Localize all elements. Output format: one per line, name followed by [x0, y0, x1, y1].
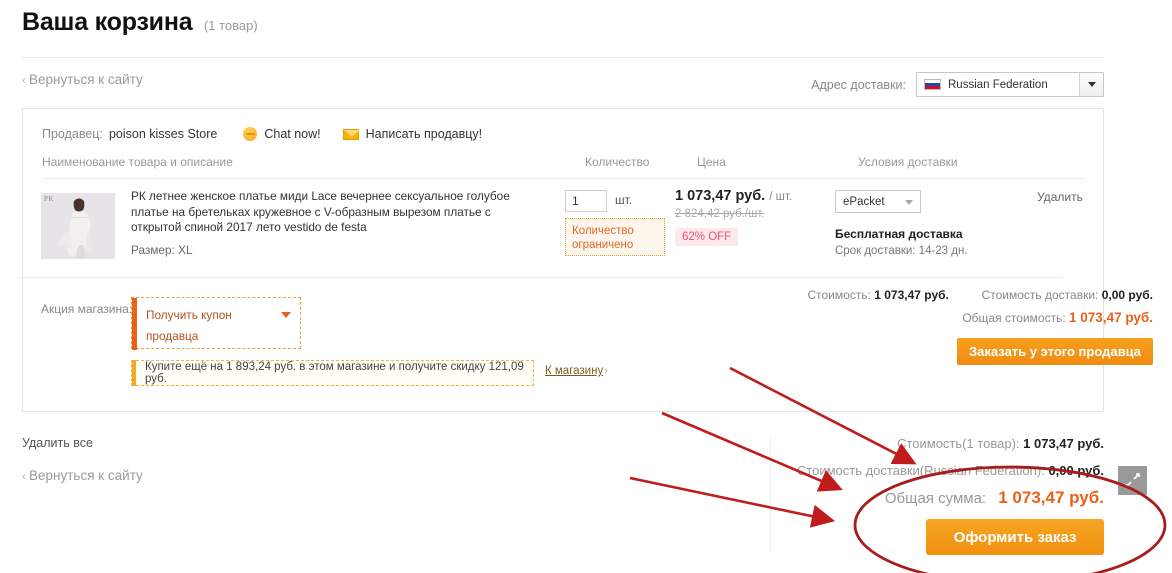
delivery-address-row: Адрес доставки: Russian Federation	[811, 72, 1104, 97]
promotion-accent-bar	[132, 360, 136, 386]
quantity-unit-label: шт.	[615, 193, 633, 207]
product-price: 1 073,47 руб. / шт.	[675, 188, 792, 204]
quantity-limited-warning: Количество ограничено	[565, 218, 665, 256]
order-from-seller-button[interactable]: Заказать у этого продавца	[957, 338, 1153, 365]
cart-item-count: (1 товар)	[203, 18, 258, 33]
summary-shipping-value: 0,00 руб.	[1048, 463, 1104, 478]
chat-bubble-icon	[243, 127, 258, 141]
card-shipping-value: 0,00 руб.	[1101, 288, 1153, 302]
column-header-shipping: Условия доставки	[858, 155, 958, 169]
delivery-address-value: Russian Federation	[948, 78, 1048, 91]
thumbnail-watermark: PK	[44, 195, 54, 203]
russian-flag-icon	[924, 79, 941, 90]
header-divider	[22, 57, 1104, 58]
card-cost-label: Стоимость:	[807, 288, 871, 302]
summary-grand-total-value: 1 073,47 руб.	[998, 488, 1104, 507]
promotion-banner: Купите ещё на 1 893,24 руб. в этом магаз…	[131, 360, 534, 386]
page-header: Ваша корзина (1 товар)	[22, 8, 258, 37]
chevron-right-icon: ›	[604, 365, 608, 377]
card-cost-value: 1 073,47 руб.	[874, 288, 949, 302]
annotation-arrow-3	[629, 476, 836, 528]
chevron-down-icon	[905, 200, 913, 205]
back-to-site-label: Вернуться к сайту	[29, 72, 143, 87]
message-seller-label: Написать продавцу!	[365, 127, 483, 141]
seller-name[interactable]: poison kisses Store	[109, 127, 217, 141]
discount-badge: 62% OFF	[675, 228, 739, 246]
back-to-site-link-top[interactable]: ‹ Вернуться к сайту	[22, 72, 143, 87]
free-shipping-label: Бесплатная доставка	[835, 227, 963, 241]
delete-all-link[interactable]: Удалить все	[22, 436, 93, 450]
column-header-price: Цена	[697, 155, 726, 169]
card-divider-top	[42, 178, 1086, 179]
summary-grand-total-row: Общая сумма: 1 073,47 руб.	[885, 488, 1104, 508]
promotion-text: Купите ещё на 1 893,24 руб. в этом магаз…	[145, 361, 524, 385]
back-to-site-label-bottom: Вернуться к сайту	[29, 468, 143, 483]
chevron-down-icon[interactable]	[1079, 73, 1103, 96]
product-price-value: 1 073,47 руб.	[675, 188, 766, 204]
coupon-label: Получить купон продавца	[146, 308, 232, 343]
summary-cost-row: Стоимость(1 товар): 1 073,47 руб.	[897, 436, 1104, 451]
summary-shipping-label: Стоимость доставки(Russian Federation):	[796, 463, 1045, 478]
store-promotion-label: Акция магазина:	[41, 302, 133, 316]
chevron-left-icon: ‹	[22, 73, 26, 87]
product-size: Размер: XL	[131, 243, 193, 257]
column-headers: Наименование товара и описание Количеств…	[42, 155, 1084, 179]
product-thumbnail[interactable]: PK	[41, 193, 115, 259]
card-total-label: Общая стоимость:	[962, 311, 1066, 325]
chevron-down-icon	[281, 312, 291, 318]
message-seller-button[interactable]: Написать продавцу!	[342, 127, 483, 141]
column-header-name: Наименование товара и описание	[42, 155, 233, 169]
card-divider-bottom	[19, 277, 1063, 278]
seller-row: Продавец: poison kisses Store Chat now! …	[42, 127, 482, 141]
coupon-select[interactable]: Получить купон продавца	[131, 297, 301, 350]
product-price-unit: / шт.	[769, 191, 793, 203]
seller-label: Продавец:	[42, 127, 103, 141]
summary-shipping-row: Стоимость доставки(Russian Federation): …	[797, 463, 1104, 478]
coupon-accent-bar	[132, 298, 137, 350]
remove-item-link[interactable]: Удалить	[1037, 190, 1083, 204]
product-price-original: 2 824,42 руб./шт.	[675, 208, 765, 220]
shopping-cart-page: Ваша корзина (1 товар) ‹ Вернуться к сайт…	[0, 0, 1172, 573]
summary-cost-label: Стоимость(1 товар):	[897, 436, 1020, 451]
chat-now-button[interactable]: Chat now!	[243, 127, 321, 141]
envelope-icon	[342, 128, 360, 140]
expand-arrows-icon[interactable]	[1118, 466, 1147, 495]
back-to-site-link-bottom[interactable]: ‹ Вернуться к сайту	[22, 468, 143, 483]
card-total-value: 1 073,47 руб.	[1069, 310, 1153, 325]
checkout-button[interactable]: Оформить заказ	[926, 519, 1104, 555]
delivery-address-label: Адрес доставки:	[811, 77, 906, 92]
card-total-row: Общая стоимость: 1 073,47 руб.	[962, 310, 1153, 325]
chat-now-label: Chat now!	[264, 127, 321, 141]
card-shipping-label: Стоимость доставки:	[981, 288, 1099, 302]
summary-grand-total-label: Общая сумма:	[884, 490, 987, 507]
page-title: Ваша корзина	[22, 8, 193, 36]
go-to-store-link[interactable]: К магазину	[545, 365, 603, 377]
shipping-time-label: Срок доставки: 14-23 дн.	[835, 245, 968, 257]
shipping-method-select[interactable]: ePacket	[835, 190, 921, 213]
shipping-method-value: ePacket	[843, 195, 885, 208]
quantity-input[interactable]: 1	[565, 190, 607, 212]
summary-cost-value: 1 073,47 руб.	[1023, 436, 1104, 451]
card-cost-row: Стоимость: 1 073,47 руб. Стоимость доста…	[807, 288, 1153, 302]
delivery-address-select[interactable]: Russian Federation	[916, 72, 1104, 97]
column-header-quantity: Количество	[585, 155, 650, 169]
footer-vertical-divider	[770, 438, 771, 553]
product-title[interactable]: РК летнее женское платье миди Lace вечер…	[131, 189, 531, 236]
chevron-left-icon: ‹	[22, 469, 26, 483]
